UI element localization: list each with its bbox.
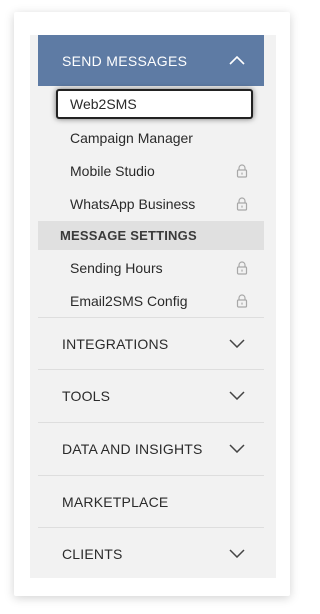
chevron-down-icon[interactable] — [228, 338, 246, 350]
lock-icon — [236, 293, 248, 308]
nav-item-tools[interactable]: TOOLS — [38, 369, 264, 421]
menu-item-email2sms-config[interactable]: Email2SMS Config — [38, 284, 264, 317]
nav-item-label: TOOLS — [62, 387, 111, 404]
nav-item-label: INTEGRATIONS — [62, 335, 169, 352]
menu-item-web2sms[interactable]: Web2SMS — [56, 89, 253, 119]
menu-item-label: Email2SMS Config — [70, 292, 188, 309]
nav-item-label: DATA AND INSIGHTS — [62, 440, 203, 457]
menu-item-whatsapp-business[interactable]: WhatsApp Business — [38, 187, 264, 220]
menu-item-sending-hours[interactable]: Sending Hours — [38, 251, 264, 284]
menu-item-label: Campaign Manager — [70, 129, 193, 146]
chevron-down-icon[interactable] — [228, 548, 246, 560]
send-messages-title: SEND MESSAGES — [62, 52, 188, 69]
nav-item-data-and-insights[interactable]: DATA AND INSIGHTS — [38, 422, 264, 474]
menu-item-label: Web2SMS — [70, 96, 137, 112]
menu-item-mobile-studio[interactable]: Mobile Studio — [38, 154, 264, 187]
menu-item-label: Sending Hours — [70, 259, 163, 276]
menu-item-campaign-manager[interactable]: Campaign Manager — [38, 121, 264, 154]
chevron-up-icon[interactable] — [228, 55, 246, 67]
lock-icon — [236, 163, 248, 178]
menu-item-label: WhatsApp Business — [70, 195, 196, 212]
message-settings-heading: MESSAGE SETTINGS — [38, 221, 264, 250]
chevron-down-icon[interactable] — [228, 390, 246, 402]
nav-item-marketplace[interactable]: MARKETPLACE — [38, 475, 264, 527]
menu-item-label: Mobile Studio — [70, 162, 155, 179]
nav-item-integrations[interactable]: INTEGRATIONS — [38, 317, 264, 369]
nav-item-label: MARKETPLACE — [62, 493, 169, 510]
lock-icon — [236, 260, 248, 275]
lock-icon — [236, 196, 248, 211]
message-settings-title: MESSAGE SETTINGS — [60, 228, 197, 243]
nav-item-label: CLIENTS — [62, 545, 123, 562]
nav-item-clients[interactable]: CLIENTS — [38, 527, 264, 579]
send-messages-header[interactable]: SEND MESSAGES — [38, 35, 264, 86]
chevron-down-icon[interactable] — [228, 443, 246, 455]
